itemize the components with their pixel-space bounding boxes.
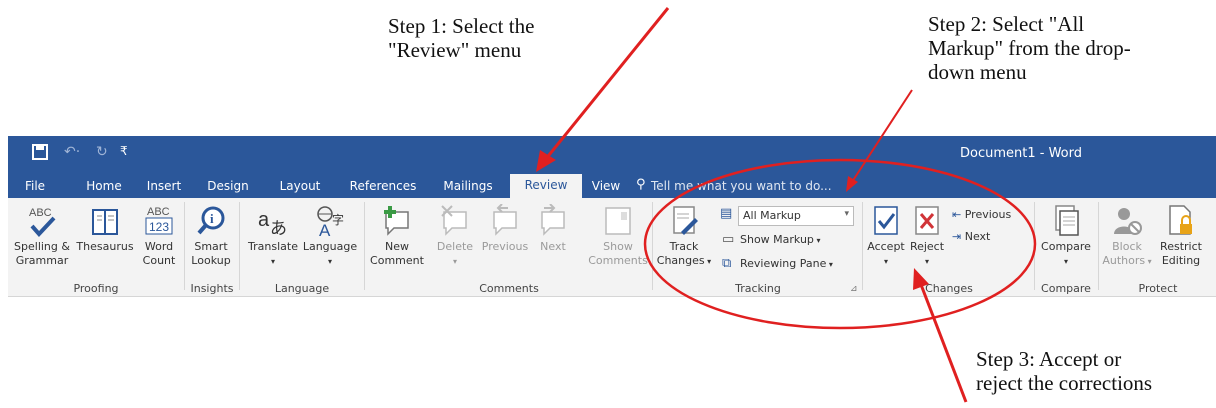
step1-arrowhead	[536, 150, 556, 172]
step2-arrow	[851, 89, 913, 183]
step2-arrowhead	[846, 176, 858, 192]
highlight-ellipse	[643, 158, 1037, 330]
step3-arrow	[918, 281, 968, 403]
step3-arrowhead	[913, 268, 929, 290]
step1-arrow	[543, 7, 670, 161]
annotation-overlay	[536, 7, 1037, 403]
